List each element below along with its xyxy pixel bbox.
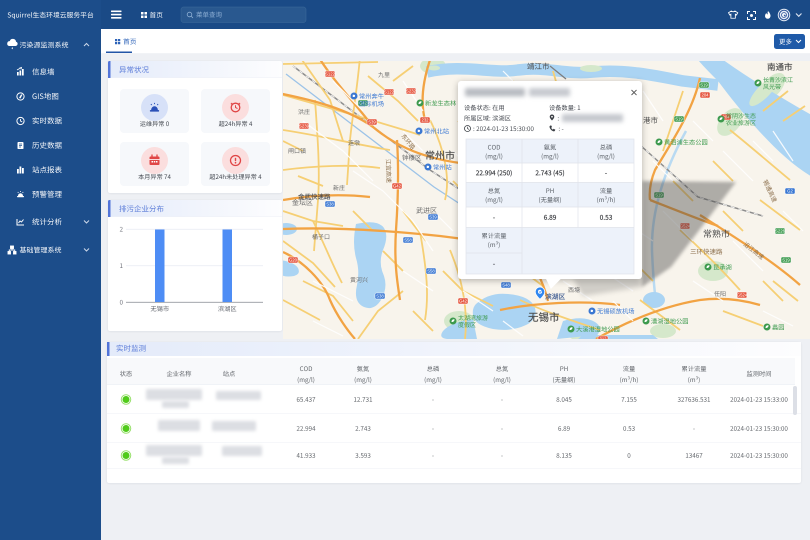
svg-text:S122: S122 — [325, 72, 336, 77]
svg-text:S232: S232 — [406, 89, 417, 94]
svg-text:G20: G20 — [289, 258, 298, 263]
svg-text:204: 204 — [701, 93, 709, 98]
svg-text:S239: S239 — [299, 124, 310, 129]
svg-text:G42: G42 — [459, 299, 468, 304]
svg-text:S38: S38 — [326, 202, 334, 207]
svg-text:S19: S19 — [700, 83, 708, 88]
svg-text:S58: S58 — [404, 238, 412, 243]
svg-text:S226: S226 — [775, 229, 786, 234]
svg-text:G42: G42 — [393, 184, 402, 189]
svg-text:S19: S19 — [782, 258, 790, 263]
svg-text:S58: S58 — [427, 269, 435, 274]
svg-text:S48: S48 — [502, 283, 510, 288]
svg-text:S39: S39 — [368, 120, 376, 125]
svg-text:S19: S19 — [675, 117, 683, 122]
svg-text:S122: S122 — [384, 90, 395, 95]
svg-text:S39: S39 — [429, 215, 437, 220]
svg-text:S38: S38 — [376, 294, 384, 299]
svg-text:232: 232 — [421, 118, 429, 123]
svg-text:312: 312 — [599, 337, 607, 342]
svg-text:G524: G524 — [737, 293, 748, 298]
svg-text:G2: G2 — [787, 189, 793, 194]
